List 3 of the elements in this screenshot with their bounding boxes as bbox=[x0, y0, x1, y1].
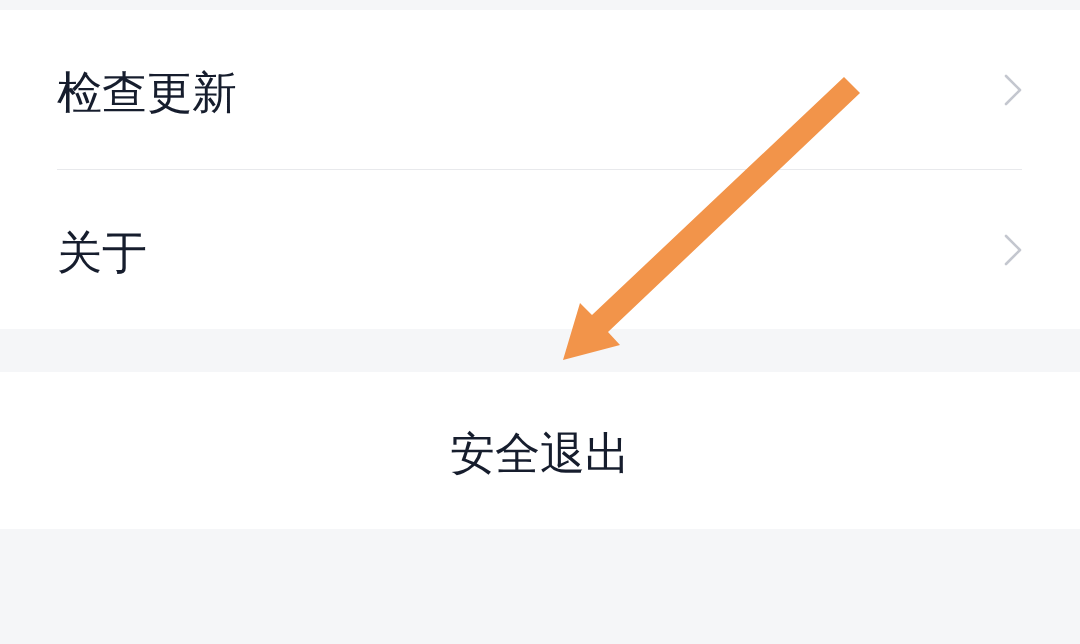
chevron-right-icon bbox=[1004, 233, 1022, 266]
logout-button[interactable]: 安全退出 bbox=[0, 372, 1080, 529]
chevron-right-icon bbox=[1004, 73, 1022, 106]
